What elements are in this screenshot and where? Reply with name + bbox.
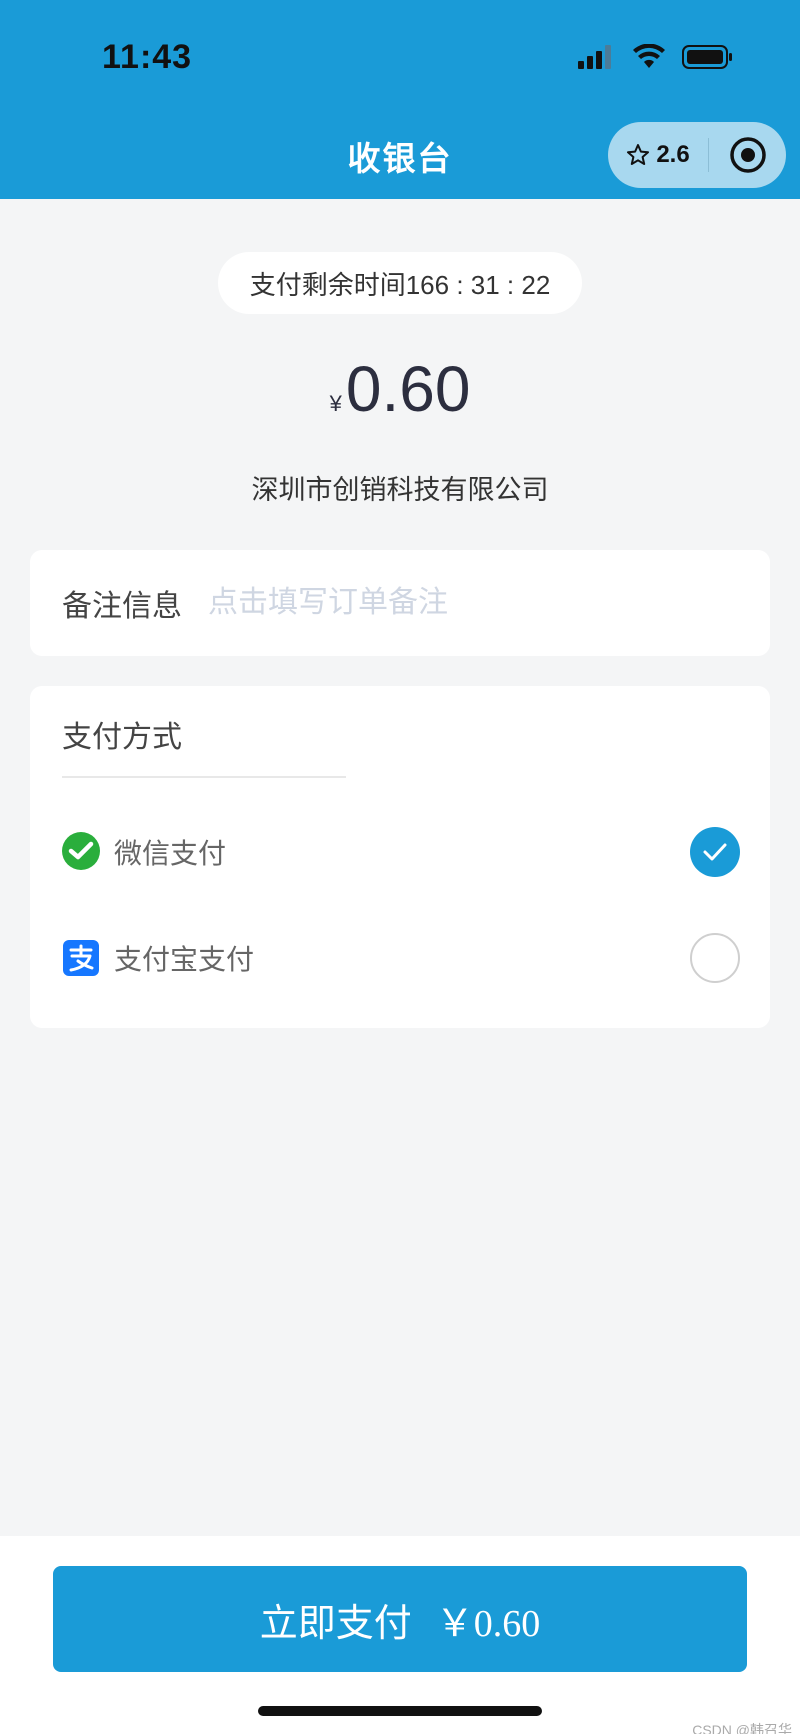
pay-button-label: 立即支付 <box>259 1602 412 1645</box>
payment-method-card: 支付方式 微信支付 支付宝支付 <box>30 686 770 1028</box>
close-program-button[interactable] <box>709 122 786 188</box>
payment-amount: ¥0.60 <box>0 352 800 426</box>
pay-button-amount: ￥0.60 <box>435 1602 541 1645</box>
wechat-pay-icon <box>62 832 100 870</box>
remark-card: 备注信息 <box>30 550 770 656</box>
status-time: 11:43 <box>102 38 193 76</box>
wifi-icon <box>633 44 665 68</box>
alipay-icon <box>63 940 99 976</box>
payment-option-label: 微信支付 <box>114 838 227 869</box>
mini-program-capsule: 2.6 <box>608 122 786 188</box>
merchant-name: 深圳市创销科技有限公司 <box>251 475 549 505</box>
section-divider <box>62 776 346 778</box>
pay-now-button[interactable]: 立即支付 ￥0.60 <box>53 1566 747 1672</box>
payment-option-alipay[interactable]: 支付宝支付 <box>60 930 740 986</box>
watermark: CSDN @韩召华 <box>692 1722 792 1734</box>
target-circle-icon <box>729 137 766 173</box>
remark-input[interactable] <box>208 586 688 620</box>
payment-countdown: 支付剩余时间166 : 31 : 22 <box>218 252 582 314</box>
battery-icon <box>682 45 732 69</box>
home-indicator[interactable] <box>258 1706 542 1716</box>
radio-unchecked[interactable] <box>690 933 740 983</box>
radio-checked[interactable] <box>690 827 740 877</box>
cellular-signal-icon <box>578 45 611 69</box>
payment-option-label: 支付宝支付 <box>114 944 255 975</box>
currency-symbol: ¥ <box>329 391 342 416</box>
bottom-action-bar: 立即支付 ￥0.60 CSDN @韩召华 <box>0 1536 800 1734</box>
status-icons <box>578 44 734 70</box>
remark-label: 备注信息 <box>62 590 182 623</box>
payment-option-wechat[interactable]: 微信支付 <box>60 824 740 880</box>
amount-value: 0.60 <box>345 353 471 425</box>
rating-button[interactable]: 2.6 <box>608 122 708 188</box>
top-navigation-bar: 11:43 收银台 2.6 <box>0 0 800 199</box>
payment-method-title: 支付方式 <box>62 721 182 754</box>
check-icon <box>703 843 727 861</box>
star-outline-icon <box>627 144 650 165</box>
rating-value: 2.6 <box>656 141 690 168</box>
